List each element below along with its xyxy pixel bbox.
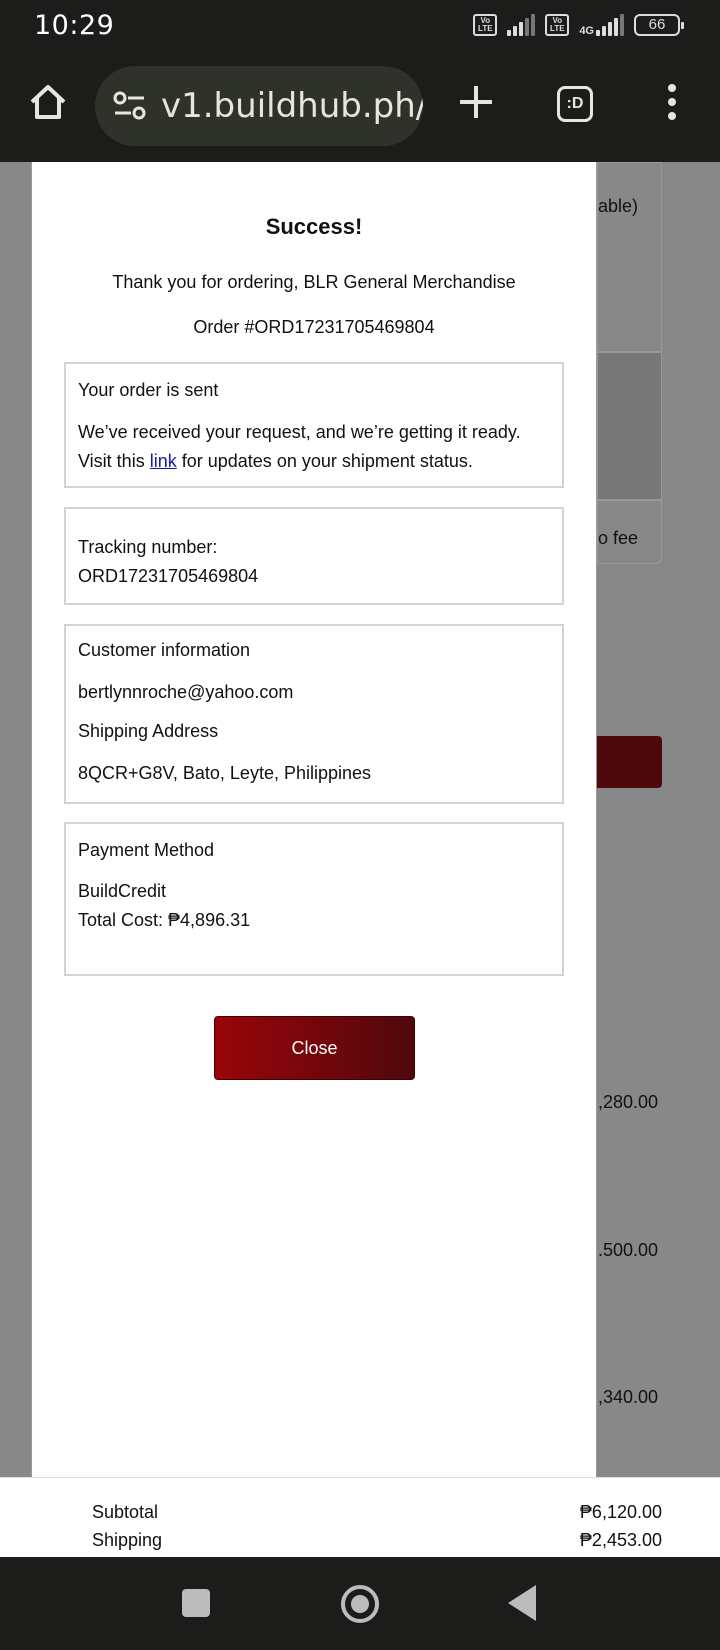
payment-method-heading: Payment Method bbox=[78, 840, 215, 860]
customer-email: bertlynnroche@yahoo.com bbox=[78, 682, 294, 702]
shipping-row: Shipping ₱2,453.00 bbox=[92, 1530, 662, 1551]
subtotal-value: ₱6,120.00 bbox=[579, 1502, 662, 1522]
more-vert-icon[interactable] bbox=[662, 82, 682, 122]
signal-icon bbox=[507, 14, 536, 36]
total-cost: Total Cost: ₱4,896.31 bbox=[78, 910, 251, 930]
address-bar[interactable]: v1.buildhub.ph/ bbox=[95, 66, 423, 146]
order-sent-box: Your order is sent We’ve received your r… bbox=[64, 362, 564, 488]
plus-icon[interactable] bbox=[456, 82, 496, 122]
back-icon[interactable] bbox=[508, 1585, 536, 1621]
status-time: 10:29 bbox=[34, 10, 115, 41]
customer-info-box: Customer information bertlynnroche@yahoo… bbox=[64, 624, 564, 804]
customer-info-heading: Customer information bbox=[78, 640, 251, 660]
shipping-address-heading: Shipping Address bbox=[78, 721, 219, 741]
order-sent-heading: Your order is sent bbox=[78, 380, 219, 400]
signal-icon-2 bbox=[596, 14, 624, 36]
shipping-value: ₱2,453.00 bbox=[579, 1530, 662, 1550]
success-modal: Success! Thank you for ordering, BLR Gen… bbox=[31, 162, 597, 1477]
tabs-icon[interactable]: :D bbox=[557, 86, 593, 122]
order-sent-message: We’ve received your request, and we’re g… bbox=[78, 422, 521, 442]
background-card-2 bbox=[597, 352, 662, 500]
order-number: Order #ORD17231705469804 bbox=[193, 317, 435, 337]
close-button[interactable]: Close bbox=[214, 1016, 415, 1080]
background-text-1: able) bbox=[598, 196, 639, 216]
background-text-2: o fee bbox=[598, 528, 639, 548]
background-amount-1: ,280.00 bbox=[598, 1092, 659, 1112]
thank-you-text: Thank you for ordering, BLR General Merc… bbox=[112, 272, 516, 292]
link-prefix: Visit this bbox=[78, 451, 145, 471]
payment-box: Payment Method BuildCredit Total Cost: ₱… bbox=[64, 822, 564, 976]
background-amount-3: ,340.00 bbox=[598, 1387, 659, 1407]
status-icons: Vo LTE Vo LTE 4G 66 bbox=[473, 14, 684, 37]
order-sent-link-line: Visit this link for updates on your ship… bbox=[78, 451, 473, 472]
recents-icon[interactable] bbox=[182, 1589, 210, 1617]
volte-icon-2: Vo LTE bbox=[545, 14, 570, 36]
status-bar: 10:29 Vo LTE Vo LTE 4G 66 bbox=[0, 0, 720, 54]
page-content: able) o fee ,280.00 .500.00 ,340.00 Subt… bbox=[0, 162, 720, 1557]
background-button bbox=[597, 736, 662, 788]
subtotal-row: Subtotal ₱6,120.00 bbox=[92, 1502, 662, 1523]
home-icon[interactable] bbox=[28, 82, 68, 122]
browser-toolbar: v1.buildhub.ph/ :D bbox=[0, 54, 720, 162]
payment-method: BuildCredit bbox=[78, 881, 167, 901]
url-text: v1.buildhub.ph/ bbox=[161, 86, 423, 126]
link-suffix: for updates on your shipment status. bbox=[181, 451, 473, 471]
network-indicator: 4G bbox=[579, 14, 624, 37]
shipping-label: Shipping bbox=[92, 1530, 163, 1550]
tune-icon[interactable] bbox=[113, 91, 147, 121]
tracking-box: Tracking number: ORD17231705469804 bbox=[64, 507, 564, 605]
subtotal-label: Subtotal bbox=[92, 1502, 159, 1522]
background-amount-2: .500.00 bbox=[598, 1240, 659, 1260]
shipment-status-link[interactable]: link bbox=[150, 451, 177, 471]
order-summary: Subtotal ₱6,120.00 Shipping ₱2,453.00 bbox=[0, 1477, 720, 1557]
tracking-number: ORD17231705469804 bbox=[78, 566, 259, 586]
network-type: 4G bbox=[579, 25, 594, 37]
home-circle-icon[interactable] bbox=[341, 1585, 379, 1623]
background-card-1 bbox=[597, 162, 662, 352]
modal-title: Success! bbox=[265, 214, 363, 239]
system-nav-bar bbox=[0, 1557, 720, 1650]
tracking-label: Tracking number: bbox=[78, 537, 218, 557]
shipping-address: 8QCR+G8V, Bato, Leyte, Philippines bbox=[78, 763, 372, 783]
volte-icon: Vo LTE bbox=[473, 14, 498, 36]
battery-icon: 66 bbox=[634, 14, 684, 36]
